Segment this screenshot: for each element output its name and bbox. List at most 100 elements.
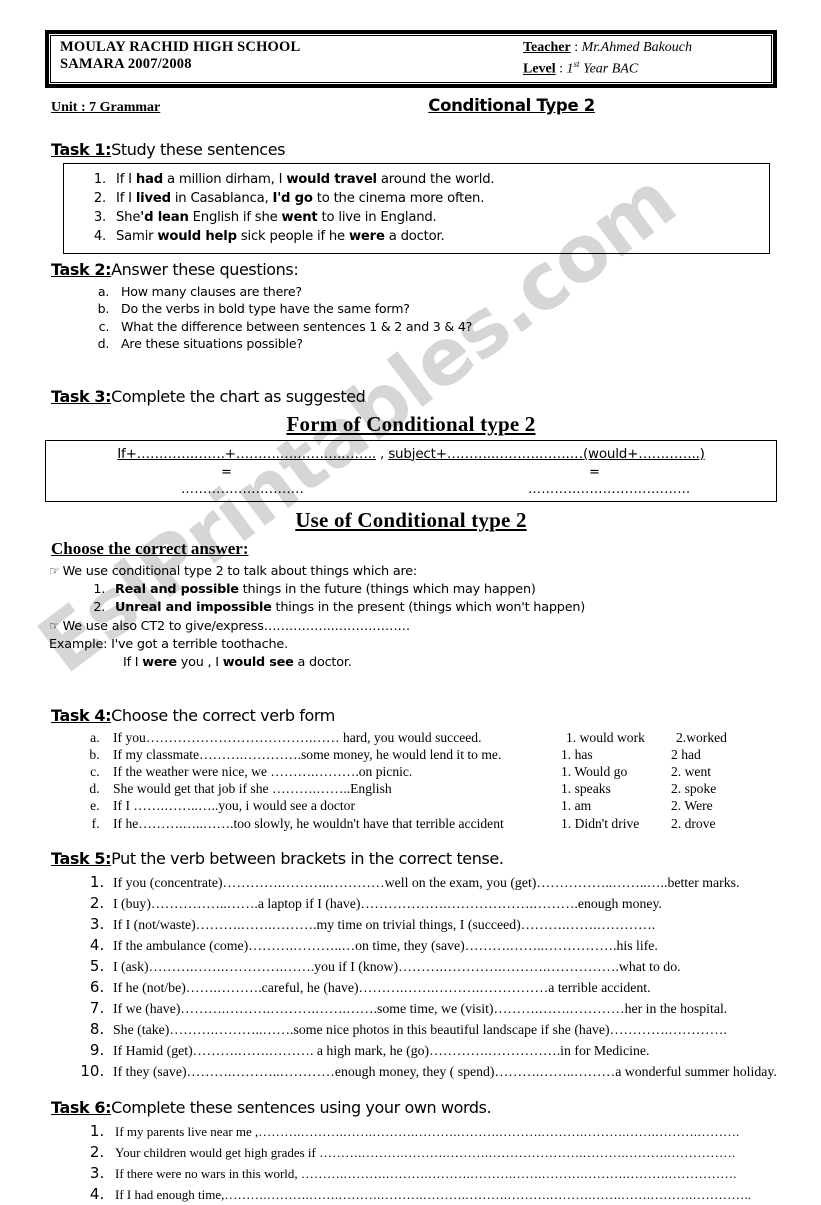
sentence-part: She (116, 209, 141, 225)
option-row: 1. Didn't drive 2. drove (561, 815, 766, 832)
task1-heading: Task 1:Study these sentences (51, 140, 777, 159)
use-bullet-line-2: ☞ We use also CT2 to give/express……………..…… (49, 617, 777, 636)
task5-item-list: If you (concentrate)………….………..…………well o… (65, 872, 777, 1082)
school-info: MOULAY RACHID HIGH SCHOOL SAMARA 2007/20… (51, 39, 523, 78)
level-label: Level (523, 61, 556, 77)
sentence-part: If I (116, 171, 136, 187)
sentence-bold: had (135, 171, 163, 187)
list-item[interactable]: Your children would get high grades if …… (109, 1142, 777, 1163)
level-value-rest: Year BAC (579, 61, 639, 77)
option-bold: Unreal and impossible (115, 599, 272, 615)
sentence-part: a doctor. (293, 654, 352, 670)
task1-sentence-list: If I had a million dirham, I would trave… (64, 170, 769, 246)
header-identity-inner: MOULAY RACHID HIGH SCHOOL SAMARA 2007/20… (50, 35, 772, 83)
list-item[interactable]: If I had enough time,……….……….…….……….……….… (109, 1184, 777, 1205)
use-heading: Use of Conditional type 2 (45, 508, 777, 533)
list-item[interactable]: If we (have)……….……….……….…….…….some time,… (109, 998, 777, 1019)
option-1[interactable]: 1. has (561, 746, 671, 763)
form-heading-text: Form of Conditional type 2 (286, 411, 536, 436)
task4-options-column: 1. would work 2.worked 1. has 2 had 1. Wou… (561, 729, 766, 832)
task3-number: Task 3: (51, 386, 112, 406)
list-item[interactable]: If they (save)……….………..…………enough money,… (109, 1061, 777, 1082)
option-row: 1. am 2. Were (561, 797, 766, 814)
list-item[interactable]: If the ambulance (come)……….………..…on time… (109, 935, 777, 956)
option-row: 1. has 2 had (561, 746, 766, 763)
task1-sentence-box: If I had a million dirham, I would trave… (63, 162, 770, 254)
sentence-part: Samir (116, 228, 158, 244)
task2-question-list: How many clauses are there? Do the verbs… (85, 283, 777, 353)
example-label: Example: I've got a terrible toothache. (49, 636, 288, 652)
school-name: MOULAY RACHID HIGH SCHOOL (60, 39, 301, 55)
choose-correct-answer-heading: Choose the correct answer: (51, 538, 249, 558)
unit-label: Unit : 7 Grammar (51, 99, 161, 115)
option-1[interactable]: 1. am (561, 797, 671, 814)
option-2[interactable]: 2. spoke (671, 780, 761, 797)
sentence-part: If I (123, 654, 143, 670)
task6-item-list: If my parents live near me ,……….……….…….…… (65, 1121, 777, 1205)
list-item: If I had a million dirham, I would trave… (110, 170, 769, 189)
level-value-number: 1 (566, 61, 574, 77)
option-row: 1. would work 2.worked (561, 729, 766, 746)
pointing-hand-icon: ☞ (49, 618, 60, 633)
teacher-info: Teacher : Mr.Ahmed Bakouch Level : 1st Y… (523, 39, 771, 78)
list-item[interactable]: I (ask)……….…….………….…….you if I (know)………… (109, 956, 777, 977)
sentence-part: you , I (176, 654, 223, 670)
task6-number: Task 6: (51, 1097, 112, 1117)
task1-title: Study these sentences (111, 139, 286, 159)
sentence-part: a million dirham, I (162, 171, 287, 187)
task5-title: Put the verb between brackets in the cor… (111, 848, 504, 868)
list-item[interactable]: If my parents live near me ,……….……….…….…… (109, 1121, 777, 1142)
answer-blank-left[interactable]: …………..…….……. (181, 482, 304, 497)
form-structure-line: If+………….…….+……….….……….…….. , subject+………… (46, 446, 776, 462)
list-item[interactable]: If I (not/waste)……….…….……….my time on tr… (109, 914, 777, 935)
option-1[interactable]: 1. would work (561, 729, 676, 746)
sentence-bold: lived (135, 190, 171, 206)
option-1[interactable]: 1. Didn't drive (561, 815, 671, 832)
teacher-label: Teacher (523, 40, 571, 55)
teacher-row: Teacher : Mr.Ahmed Bakouch (523, 39, 761, 56)
lesson-title: Conditional Type 2 (428, 95, 595, 115)
option-1[interactable]: 1. speaks (561, 780, 671, 797)
list-item: Do the verbs in bold type have the same … (113, 300, 777, 318)
list-item[interactable]: She (take)……….………..…….some nice photos i… (109, 1019, 777, 1040)
list-item[interactable]: If he (not/be)…….……….careful, he (have)…… (109, 977, 777, 998)
sentence-bold: would see (222, 654, 294, 670)
option-row: 1. Would go 2. went (561, 763, 766, 780)
use-bullet-line-1: ☞ We use conditional type 2 to talk about… (49, 562, 777, 581)
option-2[interactable]: 2. drove (671, 815, 761, 832)
task6-heading: Task 6:Complete these sentences using yo… (51, 1098, 777, 1117)
option-bold: Real and possible (115, 581, 239, 597)
unit-row: Unit : 7 Grammar Conditional Type 2 (45, 96, 777, 116)
list-item[interactable]: If you (concentrate)………….………..…………well o… (109, 872, 777, 893)
list-item[interactable]: If there were no wars in this world, ………… (109, 1163, 777, 1184)
option-2[interactable]: 2. Were (671, 797, 761, 814)
list-item: If I lived in Casablanca, I'd go to the … (110, 189, 769, 208)
sentence-bold: were (142, 654, 177, 670)
form-heading: Form of Conditional type 2 (45, 412, 777, 437)
header-identity-box: MOULAY RACHID HIGH SCHOOL SAMARA 2007/20… (45, 30, 777, 88)
school-session: SAMARA 2007/2008 (60, 56, 192, 72)
sentence-part: English if she (188, 209, 282, 225)
task2-heading: Task 2:Answer these questions: (51, 260, 777, 279)
use-line-2-text[interactable]: We use also CT2 to give/express……………..……… (63, 619, 411, 634)
option-1[interactable]: 1. Would go (561, 763, 671, 780)
answer-blank-right[interactable]: …………..……….…….…... (528, 482, 690, 497)
use-heading-text: Use of Conditional type 2 (295, 507, 527, 532)
task2-title: Answer these questions: (111, 259, 299, 279)
list-item[interactable]: If Hamid (get)……….…….………. a high mark, h… (109, 1040, 777, 1061)
option-2[interactable]: 2. went (671, 763, 761, 780)
option-2[interactable]: 2.worked (676, 729, 766, 746)
equals-right: = (589, 464, 600, 480)
option-rest: things in the present (things which won'… (271, 599, 586, 615)
task3-heading: Task 3:Complete the chart as suggested (51, 387, 777, 406)
list-item[interactable]: I (buy)……………..…….a laptop if I (have)………… (109, 893, 777, 914)
conditional-form-box: If+………….…….+……….….……….…….. , subject+………… (45, 439, 777, 502)
option-2[interactable]: 2 had (671, 746, 761, 763)
sentence-bold: 'd lean (140, 209, 189, 225)
sentence-part: to live in England. (317, 209, 437, 225)
list-item: Samir would help sick people if he were … (110, 227, 769, 246)
sentence-bold: went (281, 209, 318, 225)
